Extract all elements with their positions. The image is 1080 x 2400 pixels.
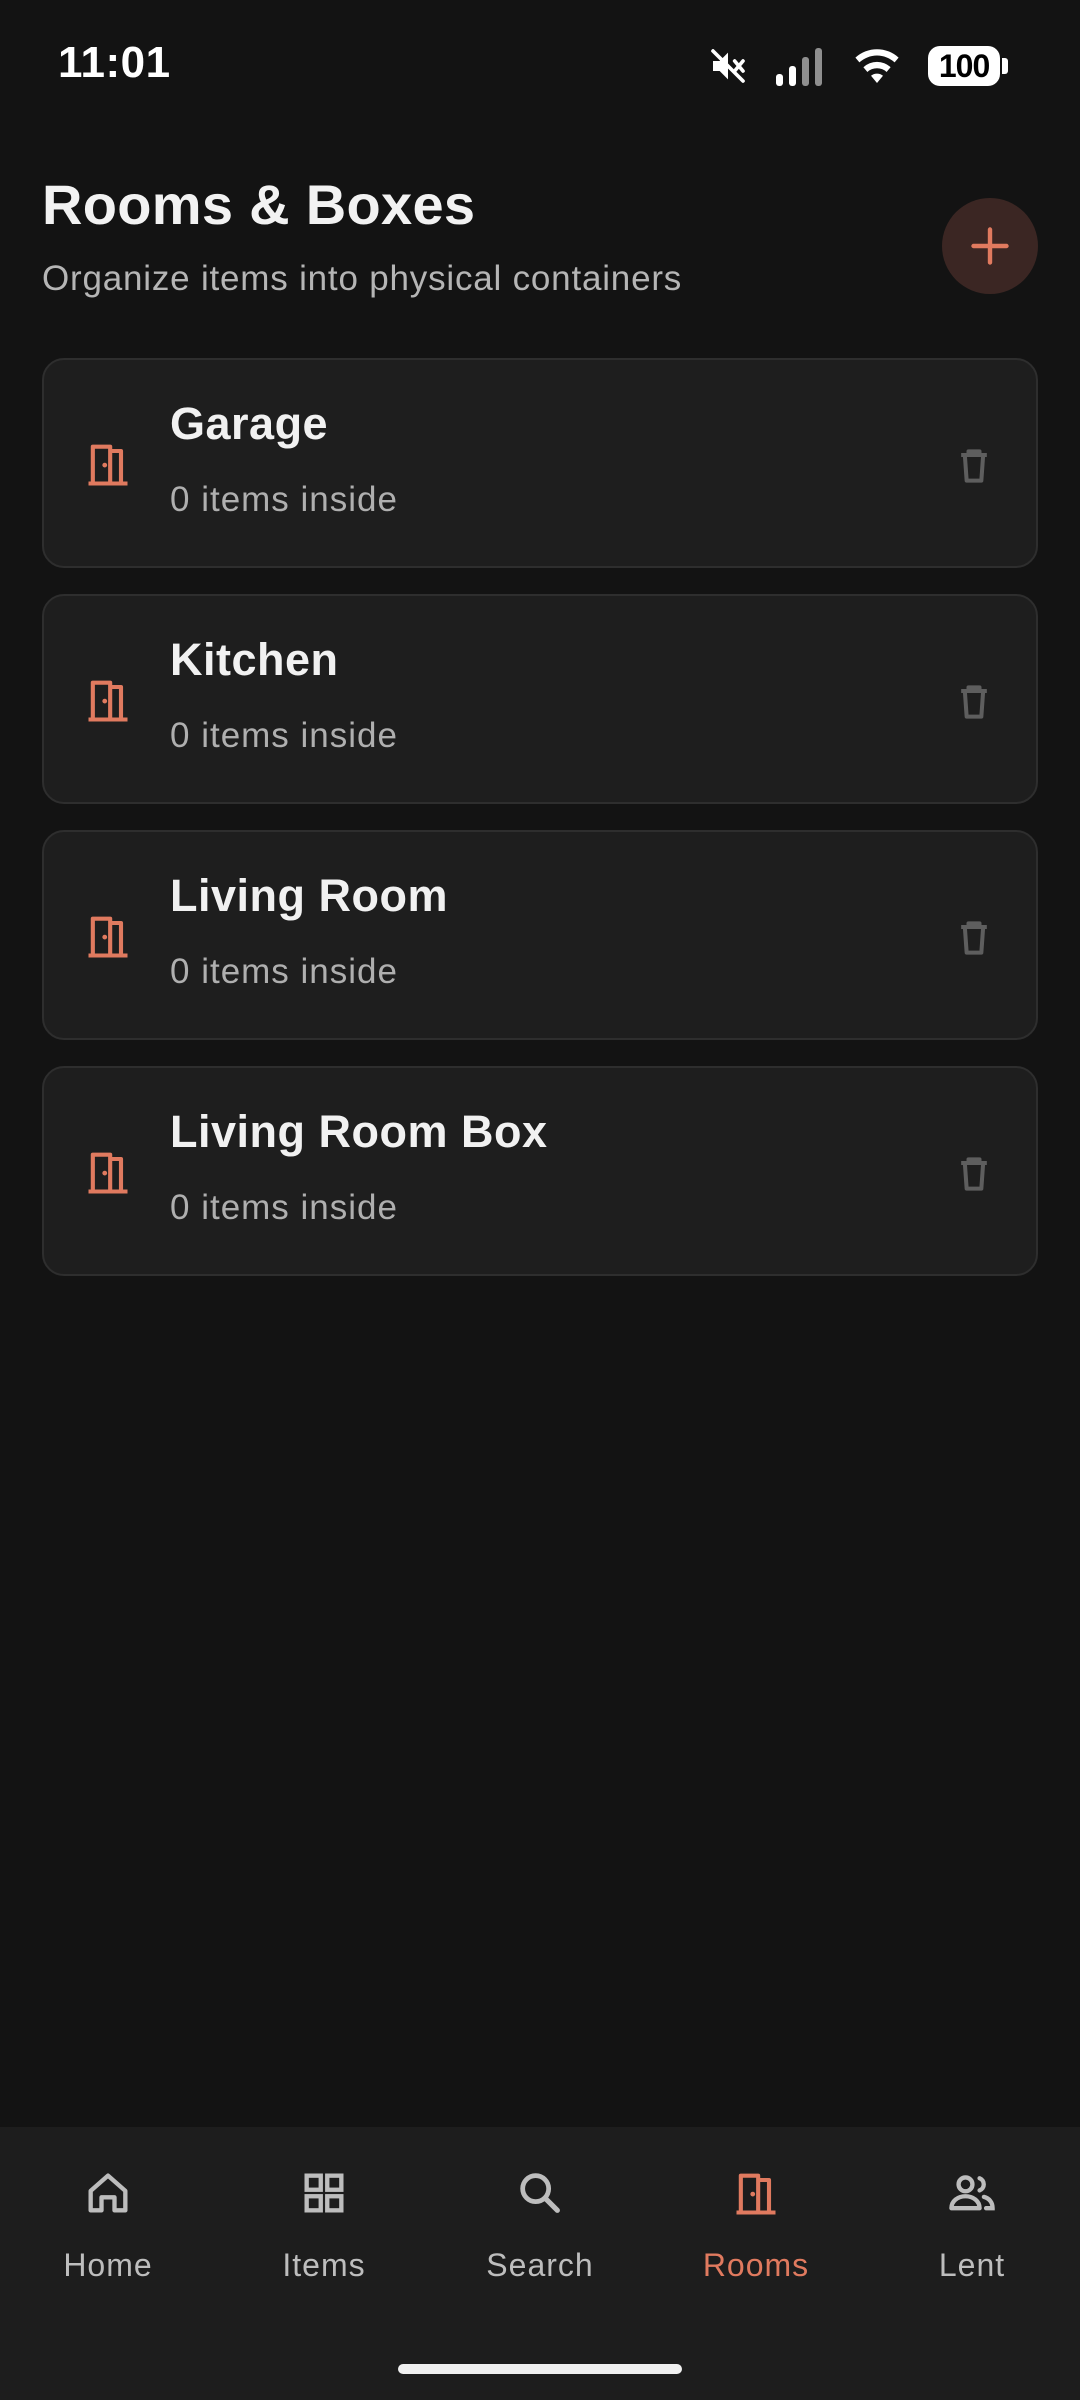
nav-label: Items (282, 2247, 366, 2283)
room-item-count: 0 items inside (170, 480, 398, 519)
door-icon (88, 680, 128, 722)
delete-room-button[interactable] (950, 1150, 998, 1198)
wifi-icon (855, 49, 899, 83)
add-room-button[interactable] (942, 198, 1038, 294)
status-icons: 100 (708, 44, 1008, 88)
nav-item-search[interactable]: Search (432, 2167, 648, 2307)
room-card-living-room[interactable]: Living Room 0 items inside (42, 830, 1038, 1040)
trash-icon (961, 685, 987, 719)
room-card-garage[interactable]: Garage 0 items inside (42, 358, 1038, 568)
bottom-nav: Home Items Search Rooms Lent (0, 2127, 1080, 2400)
door-icon (88, 916, 128, 958)
nav-item-rooms[interactable]: Rooms (648, 2167, 864, 2307)
home-icon (88, 2173, 128, 2213)
plus-icon (971, 227, 1009, 265)
page-header: Rooms & Boxes Organize items into physic… (42, 172, 942, 299)
room-name: Garage (170, 398, 329, 449)
room-item-count: 0 items inside (170, 952, 398, 991)
delete-room-button[interactable] (950, 678, 998, 726)
battery-icon: 100 (928, 46, 1008, 86)
grid-icon (304, 2173, 344, 2213)
nav-item-items[interactable]: Items (216, 2167, 432, 2307)
battery-level: 100 (928, 46, 1001, 86)
room-card-living-room-box[interactable]: Living Room Box 0 items inside (42, 1066, 1038, 1276)
room-item-count: 0 items inside (170, 1188, 398, 1227)
room-name: Kitchen (170, 634, 339, 685)
home-indicator[interactable] (398, 2364, 682, 2374)
mute-icon (711, 49, 745, 83)
trash-icon (961, 1157, 987, 1191)
nav-label: Rooms (702, 2247, 810, 2283)
trash-icon (961, 921, 987, 955)
people-icon (949, 2175, 995, 2211)
delete-room-button[interactable] (950, 442, 998, 490)
nav-item-home[interactable]: Home (0, 2167, 216, 2307)
page-subtitle: Organize items into physical containers (42, 259, 683, 298)
search-icon (520, 2173, 560, 2213)
door-icon (88, 444, 128, 486)
room-name: Living Room (170, 870, 448, 921)
delete-room-button[interactable] (950, 914, 998, 962)
status-bar: 11:01 100 (0, 0, 1080, 130)
battery-tip (1002, 58, 1008, 74)
nav-label: Lent (938, 2247, 1006, 2283)
nav-label: Search (486, 2247, 594, 2283)
trash-icon (961, 449, 987, 483)
status-time: 11:01 (58, 38, 171, 87)
room-name: Living Room Box (170, 1106, 548, 1157)
room-card-kitchen[interactable]: Kitchen 0 items inside (42, 594, 1038, 804)
signal-icon (776, 48, 822, 86)
nav-item-lent[interactable]: Lent (864, 2167, 1080, 2307)
room-item-count: 0 items inside (170, 716, 398, 755)
door-icon (88, 1152, 128, 1194)
room-list: Garage 0 items inside Kitchen 0 items in… (42, 358, 1038, 1302)
page-title: Rooms & Boxes (42, 173, 476, 236)
nav-label: Home (63, 2247, 153, 2283)
door-icon (736, 2173, 776, 2215)
